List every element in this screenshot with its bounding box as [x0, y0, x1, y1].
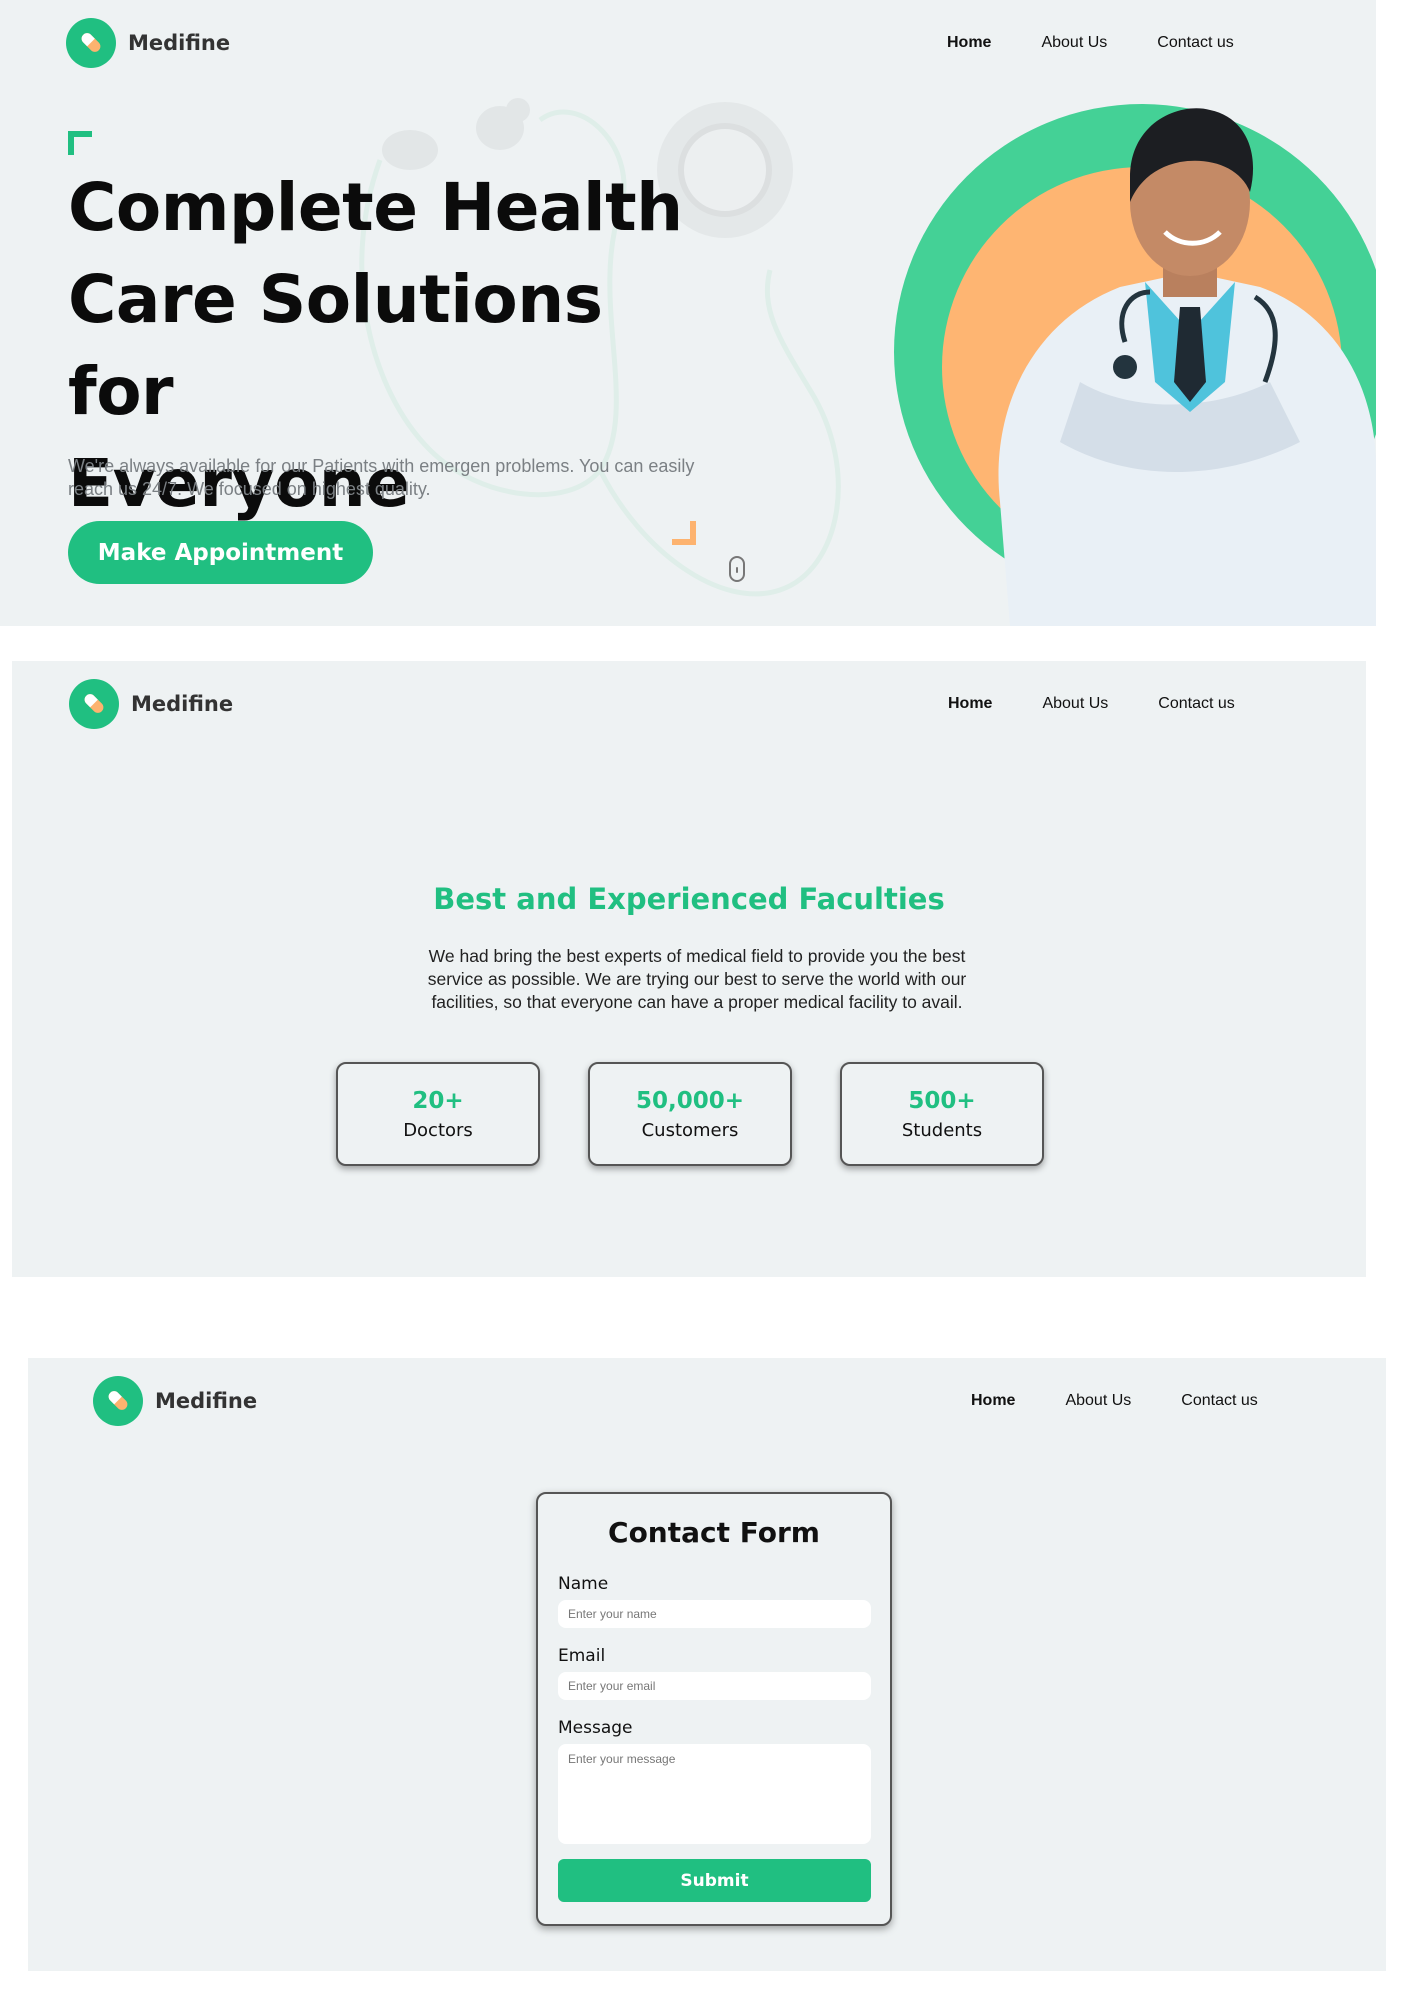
main-menu: Home About Us Contact us: [897, 34, 1234, 52]
hero-subtitle: We're always available for our Patients …: [68, 456, 695, 499]
submit-button[interactable]: Submit: [558, 1859, 871, 1902]
main-menu: Home About Us Contact us: [921, 1392, 1258, 1410]
nav-home-link[interactable]: Home: [971, 1392, 1015, 1410]
top-nav: Medifine Home About Us Contact us: [28, 1358, 1386, 1448]
email-label: Email: [558, 1646, 606, 1666]
hero-section: Medifine Home About Us Contact us Comple…: [0, 0, 1376, 626]
nav-about-link[interactable]: About Us: [1042, 695, 1108, 713]
stat-value: 50,000+: [635, 1088, 745, 1114]
stat-card-students: 500+ Students: [840, 1062, 1044, 1166]
stat-value: 500+: [908, 1088, 976, 1114]
top-nav: Medifine Home About Us Contact us: [12, 661, 1366, 751]
faculties-section: Medifine Home About Us Contact us Best a…: [12, 661, 1366, 1277]
stat-card-doctors: 20+ Doctors: [336, 1062, 540, 1166]
doctor-portrait-image: [894, 104, 1376, 626]
stat-label: Doctors: [403, 1120, 473, 1141]
nav-about-link[interactable]: About Us: [1065, 1392, 1131, 1410]
nav-home-link[interactable]: Home: [948, 695, 992, 713]
main-menu: Home About Us Contact us: [898, 695, 1235, 713]
brand-name: Medifine: [131, 692, 234, 716]
faculties-title: Best and Experienced Faculties: [433, 882, 945, 916]
make-appointment-button[interactable]: Make Appointment: [68, 521, 373, 584]
pill-icon: [66, 18, 116, 68]
contact-section: Medifine Home About Us Contact us Contac…: [28, 1358, 1386, 1971]
faculties-description: We had bring the best experts of medical…: [427, 946, 967, 1012]
stat-card-customers: 50,000+ Customers: [588, 1062, 792, 1166]
mouse-scroll-icon[interactable]: [729, 556, 745, 582]
brand-name: Medifine: [128, 31, 231, 55]
corner-accent-top-left: [68, 131, 92, 155]
corner-accent-bottom-right: [672, 521, 696, 545]
top-nav: Medifine Home About Us Contact us: [0, 0, 1376, 90]
brand-name: Medifine: [155, 1389, 258, 1413]
nav-contact-link[interactable]: Contact us: [1157, 34, 1233, 52]
pill-icon: [93, 1376, 143, 1426]
nav-about-link[interactable]: About Us: [1041, 34, 1107, 52]
stat-label: Customers: [641, 1120, 739, 1141]
stat-value: 20+: [412, 1088, 464, 1114]
brand-logo[interactable]: Medifine: [69, 679, 233, 729]
brand-logo[interactable]: Medifine: [93, 1376, 257, 1426]
brand-logo[interactable]: Medifine: [66, 18, 230, 68]
contact-form: Contact Form Name Email Message Submit: [536, 1492, 892, 1926]
stats-row: 20+ Doctors 50,000+ Customers 500+ Stude…: [336, 1062, 1092, 1166]
form-title: Contact Form: [608, 1516, 820, 1549]
pill-icon: [69, 679, 119, 729]
email-input[interactable]: [558, 1672, 871, 1700]
nav-contact-link[interactable]: Contact us: [1158, 695, 1234, 713]
nav-home-link[interactable]: Home: [947, 34, 991, 52]
message-textarea[interactable]: [558, 1744, 871, 1844]
name-input[interactable]: [558, 1600, 871, 1628]
stat-label: Students: [901, 1120, 983, 1141]
name-label: Name: [558, 1574, 609, 1594]
message-label: Message: [558, 1718, 633, 1738]
nav-contact-link[interactable]: Contact us: [1181, 1392, 1257, 1410]
